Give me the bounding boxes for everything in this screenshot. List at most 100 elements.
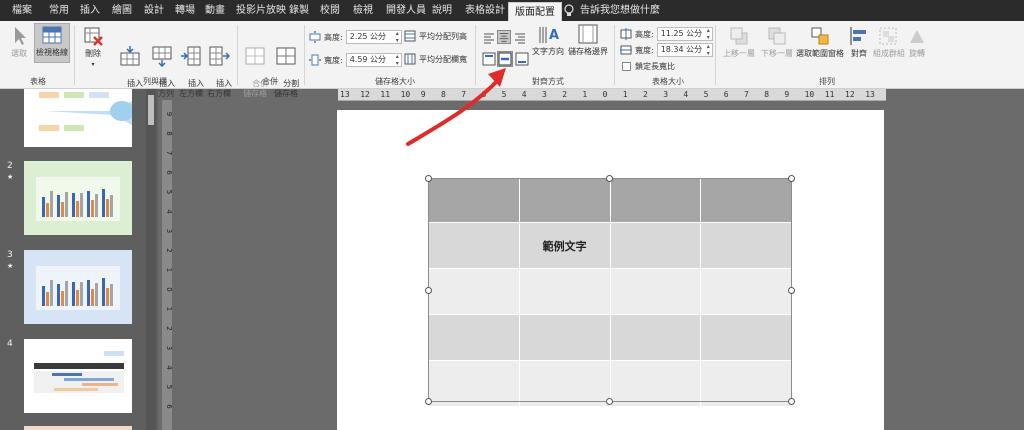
table-row (428, 314, 792, 361)
cell-height-field[interactable]: 高度: 2.25 公分 (309, 30, 402, 44)
lightbulb-icon (564, 4, 574, 16)
rotate-button[interactable]: 旋轉 (904, 25, 930, 59)
table-cell[interactable] (609, 360, 702, 407)
table-height-field[interactable]: 高度: 11.25 公分 (620, 27, 713, 41)
align-middle-icon[interactable] (497, 51, 513, 67)
tab-4[interactable]: 設計 (144, 0, 164, 21)
send-backward-button[interactable]: 下移一層 (759, 25, 795, 59)
resize-handle-right[interactable] (788, 287, 795, 294)
text-direction-button[interactable]: A 文字方向 (531, 23, 565, 57)
vertical-ruler-tick-label: 3 (165, 346, 172, 350)
ruler-tick-label: 1 (582, 90, 588, 99)
tab-2[interactable]: 插入 (80, 0, 100, 21)
ruler-tick-label: 10 (400, 90, 411, 99)
resize-handle-bottom[interactable] (606, 398, 613, 405)
resize-handle-bottom-left[interactable] (425, 398, 432, 405)
ruler-tick-label: 10 (804, 90, 815, 99)
table-height-input[interactable]: 11.25 公分 (656, 27, 713, 41)
vertical-ruler-tick-label: 3 (165, 229, 172, 233)
view-gridlines-button[interactable]: 檢視格線 (34, 23, 70, 63)
tab-layout[interactable]: 版面配置 (508, 2, 562, 21)
table-cell[interactable] (518, 268, 611, 315)
tab-6[interactable]: 動畫 (205, 0, 225, 21)
table-cell[interactable] (700, 222, 792, 269)
align-center-icon[interactable] (497, 30, 511, 44)
table-cell-sample-text[interactable]: 範例文字 (518, 222, 611, 269)
align-button[interactable]: 對齊 (846, 25, 872, 59)
slide-thumbnail[interactable] (24, 426, 132, 430)
split-cells-button[interactable]: 分割 儲存格 (272, 25, 300, 109)
bring-forward-button[interactable]: 上移一層 (721, 25, 757, 59)
animation-star-icon: ★ (7, 173, 14, 181)
fishbone-diagram-thumbnail (39, 92, 134, 131)
delete-button[interactable]: 刪除 ▾ (80, 25, 106, 70)
table-cell[interactable] (700, 314, 792, 361)
tab-7[interactable]: 投影片放映 (236, 0, 286, 21)
table-cell[interactable] (609, 268, 702, 315)
select-button[interactable]: 選取 (6, 25, 32, 59)
table-width-input[interactable]: 18.34 公分 (656, 43, 713, 57)
slide-thumbnail[interactable] (24, 339, 132, 413)
ruler-tick-label: 8 (764, 90, 770, 99)
table-cell[interactable] (518, 178, 611, 223)
vertical-ruler-tick-label: 6 (165, 404, 172, 409)
align-left-icon[interactable] (482, 31, 496, 45)
slide-thumbnail[interactable] (24, 161, 132, 235)
distribute-columns-button[interactable]: 平均分配欄寬 (404, 53, 467, 65)
table[interactable]: 範例文字 (428, 178, 792, 407)
table-cell[interactable] (428, 178, 520, 223)
checkbox-box[interactable] (622, 62, 631, 71)
tab-3[interactable]: 繪圖 (112, 0, 132, 21)
table-cell[interactable] (428, 360, 520, 407)
resize-handle-top[interactable] (606, 175, 613, 182)
cell-height-input[interactable]: 2.25 公分 (345, 30, 402, 44)
thumbnail-scrollbar[interactable] (146, 89, 156, 430)
table-cell[interactable] (609, 314, 702, 361)
animation-star-icon: ★ (7, 262, 14, 270)
lock-aspect-ratio-checkbox[interactable]: 鎖定長寬比 (622, 61, 675, 72)
cell-width-input[interactable]: 4.59 公分 (345, 53, 402, 67)
cell-margins-button[interactable]: 儲存格邊界 (568, 23, 608, 57)
align-bottom-icon[interactable] (515, 52, 529, 66)
ruler-tick-label: 5 (501, 90, 507, 99)
table-cell[interactable] (428, 222, 520, 269)
tab-9[interactable]: 校閱 (320, 0, 340, 21)
align-top-icon[interactable] (482, 52, 496, 66)
resize-handle-bottom-right[interactable] (788, 398, 795, 405)
tab-13[interactable]: 表格設計 (465, 0, 505, 21)
table-cell[interactable] (428, 314, 520, 361)
group-button[interactable]: 組成群組 (873, 25, 905, 59)
table-cell[interactable] (428, 268, 520, 315)
table-cell[interactable] (700, 178, 792, 223)
scrollbar-thumb[interactable] (148, 95, 154, 125)
selection-pane-button[interactable]: 選取範圍窗格 (796, 25, 844, 59)
align-right-icon[interactable] (513, 31, 527, 45)
table-cell[interactable] (518, 314, 611, 361)
insert-right-button[interactable]: 插入 右方欄 (203, 25, 235, 109)
table-cell[interactable] (700, 268, 792, 315)
tab-1[interactable]: 常用 (49, 0, 69, 21)
table-grid[interactable]: 範例文字 (428, 178, 792, 407)
vertical-ruler-tick-label: 1 (165, 268, 172, 272)
tell-me-search[interactable]: 告訴我您想做什麼 (580, 0, 660, 21)
table-cell[interactable] (609, 222, 702, 269)
table-cell[interactable] (518, 360, 611, 407)
tab-8[interactable]: 錄製 (289, 0, 309, 21)
tab-11[interactable]: 開發人員 (386, 0, 426, 21)
resize-handle-left[interactable] (425, 287, 432, 294)
tab-0[interactable]: 檔案 (12, 0, 32, 21)
distribute-rows-button[interactable]: 平均分配列高 (404, 30, 467, 42)
tab-12[interactable]: 說明 (432, 0, 452, 21)
merge-cells-button[interactable]: 合併 儲存格 (241, 25, 269, 109)
table-width-field[interactable]: 寬度: 18.34 公分 (620, 43, 713, 57)
resize-handle-top-left[interactable] (425, 175, 432, 182)
table-cell[interactable] (700, 360, 792, 407)
slide-thumbnail[interactable] (24, 250, 132, 324)
slide-thumbnail[interactable] (24, 89, 134, 147)
resize-handle-top-right[interactable] (788, 175, 795, 182)
tab-10[interactable]: 檢視 (353, 0, 373, 21)
tab-5[interactable]: 轉場 (175, 0, 195, 21)
bar-chart-thumbnail (36, 266, 120, 310)
cell-width-field[interactable]: 寬度: 4.59 公分 (309, 53, 402, 67)
table-cell[interactable] (609, 178, 702, 223)
